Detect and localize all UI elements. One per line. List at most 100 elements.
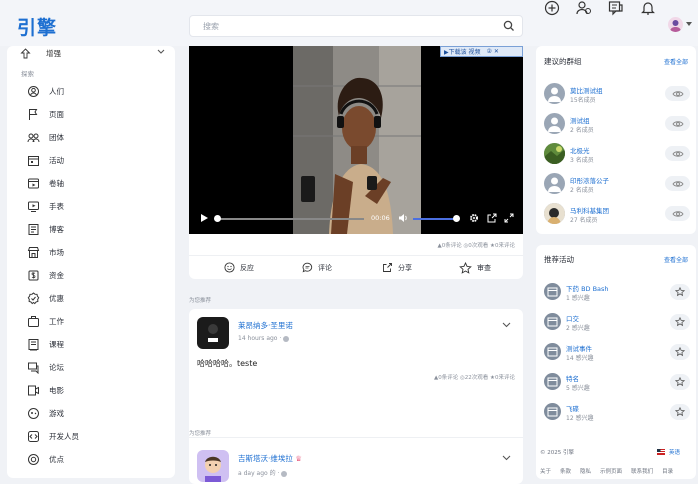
sidebar-item-forum[interactable]: 论坛 (27, 359, 167, 375)
fullscreen-icon[interactable] (504, 213, 514, 223)
event-name[interactable]: 口交 (566, 313, 579, 323)
group-item[interactable]: 马利科基集团 27 名成员 (544, 203, 690, 227)
event-calendar-icon (544, 343, 561, 360)
event-item[interactable]: 特名 5 感兴趣 (544, 371, 690, 395)
event-item[interactable]: 下药 BD Bash 1 感兴趣 (544, 281, 690, 305)
join-group-button[interactable] (665, 86, 690, 101)
event-name[interactable]: 下药 BD Bash (566, 283, 609, 293)
footer-link[interactable]: 隐私 (580, 469, 591, 475)
sidebar-item-blog[interactable]: 博客 (27, 221, 167, 237)
group-avatar[interactable] (544, 173, 565, 194)
sidebar-item-market[interactable]: 市场 (27, 244, 167, 260)
download-video-banner[interactable]: ▶下载该 视频 ② ✕ (440, 46, 523, 57)
sidebar-item-people[interactable]: 人们 (27, 83, 167, 99)
author-avatar[interactable] (197, 450, 229, 482)
group-item[interactable]: 印彤浓落公子 2 名成员 (544, 173, 690, 197)
sidebar-item-game[interactable]: 游戏 (27, 405, 167, 421)
messages-icon[interactable] (608, 0, 624, 16)
react-button[interactable]: 反应 (224, 262, 254, 273)
eye-icon (671, 150, 684, 157)
post-menu-chevron-icon[interactable] (502, 455, 511, 461)
video-player[interactable]: ▶下载该 视频 ② ✕ 00:06 (189, 46, 523, 234)
review-button[interactable]: 审查 (459, 262, 491, 274)
interested-button[interactable] (670, 284, 690, 300)
share-out-icon[interactable] (487, 213, 497, 223)
progress-handle[interactable] (214, 215, 221, 222)
chevron-down-icon[interactable] (157, 49, 165, 55)
sidebar-item-label: 课程 (49, 339, 64, 349)
group-avatar[interactable] (544, 143, 565, 164)
group-avatar[interactable] (544, 83, 565, 104)
event-interest: 14 感兴趣 (566, 355, 594, 362)
event-item[interactable]: 测试事件 14 感兴趣 (544, 341, 690, 365)
join-group-button[interactable] (665, 146, 690, 161)
join-group-button[interactable] (665, 206, 690, 221)
chevron-down-icon[interactable] (686, 22, 692, 26)
footer-link[interactable]: 条款 (560, 469, 571, 475)
comment-button[interactable]: 评论 (302, 262, 332, 273)
event-item[interactable]: 飞碟 12 感兴趣 (544, 401, 690, 425)
sidebar-section-label: 探索 (21, 70, 34, 78)
post-card: 吉斯塔沃·维埃拉 ♕ a day ago 的 · (189, 442, 523, 484)
event-item[interactable]: 口交 2 感兴趣 (544, 311, 690, 335)
volume-handle[interactable] (453, 215, 460, 222)
video-progress-bar[interactable] (216, 218, 364, 220)
footer-link[interactable]: 目录 (662, 469, 673, 475)
plus-circle-icon[interactable] (544, 0, 560, 16)
author-avatar[interactable] (197, 317, 229, 349)
search-icon[interactable] (503, 20, 515, 32)
sidebar-item-calendar[interactable]: 活动 (27, 152, 167, 168)
sidebar-item-reel[interactable]: 卷轴 (27, 175, 167, 191)
sidebar-item-points[interactable]: 优点 (27, 451, 167, 467)
volume-slider[interactable] (413, 218, 457, 220)
group-name[interactable]: 北极光 (570, 145, 590, 155)
user-add-icon[interactable] (576, 0, 592, 16)
app-logo[interactable]: 引擎 (17, 13, 57, 40)
user-avatar[interactable] (668, 17, 683, 32)
group-name[interactable]: 印彤浓落公子 (570, 175, 609, 185)
sidebar-item-group[interactable]: 团体 (27, 129, 167, 145)
suggested-groups-card: 建议的群组 查看全部 莫比测试组 15名成员 测试组 2 名成员 北极光 3 名成员 印彤浓… (536, 46, 696, 234)
author-name[interactable]: 莱昂纳多·圣里诺 (238, 320, 293, 331)
sidebar-item-course[interactable]: 课程 (27, 336, 167, 352)
group-name[interactable]: 马利科基集团 (570, 205, 609, 215)
interested-button[interactable] (670, 374, 690, 390)
group-name[interactable]: 莫比测试组 (570, 85, 603, 95)
sidebar-item-watch[interactable]: 手表 (27, 198, 167, 214)
sidebar-item-funding[interactable]: 资金 (27, 267, 167, 283)
group-item[interactable]: 北极光 3 名成员 (544, 143, 690, 167)
interested-button[interactable] (670, 344, 690, 360)
sidebar-item-flag[interactable]: 页面 (27, 106, 167, 122)
bell-icon[interactable] (640, 0, 656, 16)
group-item[interactable]: 莫比测试组 15名成员 (544, 83, 690, 107)
events-see-all-link[interactable]: 查看全部 (664, 255, 688, 264)
join-group-button[interactable] (665, 116, 690, 131)
group-avatar[interactable] (544, 113, 565, 134)
event-name[interactable]: 测试事件 (566, 343, 592, 353)
settings-gear-icon[interactable] (469, 213, 479, 223)
footer-link[interactable]: 关于 (540, 469, 551, 475)
sidebar-item-movie[interactable]: 电影 (27, 382, 167, 398)
event-name[interactable]: 特名 (566, 373, 579, 383)
footer-link[interactable]: 示例页面 (600, 469, 622, 475)
interested-button[interactable] (670, 404, 690, 420)
group-item[interactable]: 测试组 2 名成员 (544, 113, 690, 137)
volume-icon[interactable] (398, 213, 408, 223)
group-avatar[interactable] (544, 203, 565, 224)
post-menu-chevron-icon[interactable] (502, 322, 511, 328)
sidebar-item-job[interactable]: 工作 (27, 313, 167, 329)
sidebar-item-developer[interactable]: 开发人员 (27, 428, 167, 444)
join-group-button[interactable] (665, 176, 690, 191)
search-box[interactable]: 搜索 (189, 15, 523, 37)
play-icon[interactable] (199, 213, 209, 223)
sidebar-item-offer[interactable]: 优惠 (27, 290, 167, 306)
ad-close-button[interactable]: ② ✕ (487, 48, 499, 55)
footer-link[interactable]: 联系我们 (631, 469, 653, 475)
event-name[interactable]: 飞碟 (566, 403, 579, 413)
groups-see-all-link[interactable]: 查看全部 (664, 57, 688, 66)
interested-button[interactable] (670, 314, 690, 330)
language-selector[interactable]: 英语 (657, 448, 680, 456)
share-button[interactable]: 分享 (382, 262, 412, 273)
author-name[interactable]: 吉斯塔沃·维埃拉 ♕ (238, 453, 302, 464)
group-name[interactable]: 测试组 (570, 115, 590, 125)
